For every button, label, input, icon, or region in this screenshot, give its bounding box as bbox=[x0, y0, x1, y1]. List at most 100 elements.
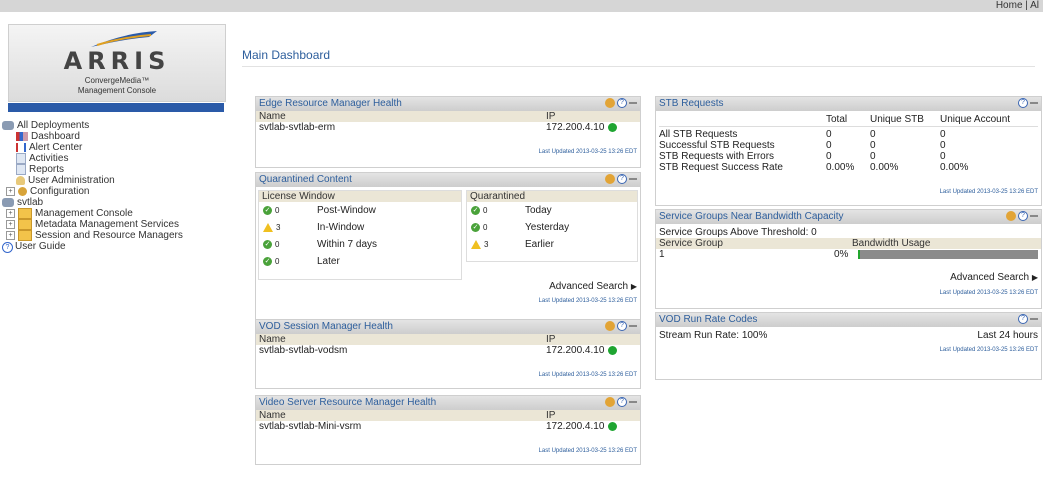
minimize-icon[interactable] bbox=[1030, 318, 1038, 320]
quarantined-row-earlier[interactable]: 3 Earlier bbox=[467, 236, 637, 253]
unique-account-value: 0.00% bbox=[940, 162, 969, 173]
column-header-total: Total bbox=[826, 114, 848, 125]
top-links[interactable]: Home | Al bbox=[996, 0, 1039, 11]
gear-icon[interactable] bbox=[605, 397, 615, 407]
reports-icon bbox=[16, 164, 26, 175]
license-row-later[interactable]: ✓ 0 Later bbox=[259, 253, 461, 270]
total-value: 0 bbox=[826, 140, 832, 151]
gear-icon[interactable] bbox=[1006, 211, 1016, 221]
minimize-icon[interactable] bbox=[1030, 102, 1038, 104]
panel-tools: ? bbox=[1016, 314, 1038, 326]
tree-item-all-deployments[interactable]: All Deployments bbox=[2, 120, 228, 131]
expand-icon[interactable]: + bbox=[6, 186, 15, 196]
quarantined-box: Quarantined ✓ 0 Today ✓ 0 Yesterday 3 Earl… bbox=[466, 190, 638, 262]
table-header: Name IP bbox=[256, 111, 640, 122]
minimize-icon[interactable] bbox=[629, 178, 637, 180]
panel-stb-requests: STB Requests ? Total Unique STB Unique A… bbox=[655, 96, 1042, 206]
row-label: STB Requests with Errors bbox=[659, 151, 775, 162]
panel-vod-session-manager-health: VOD Session Manager Health ? Name IP svt… bbox=[255, 319, 641, 389]
column-header-name: Name bbox=[259, 334, 286, 345]
minimize-icon[interactable] bbox=[629, 102, 637, 104]
panel-title: VOD Run Rate Codes bbox=[659, 314, 758, 325]
help-icon[interactable]: ? bbox=[617, 321, 627, 331]
quarantined-row-today[interactable]: ✓ 0 Today bbox=[467, 202, 637, 219]
nav-header-bar bbox=[8, 103, 224, 112]
tree-item-alert-center[interactable]: Alert Center bbox=[2, 142, 228, 153]
stb-row-errors[interactable]: STB Requests with Errors 0 0 0 bbox=[656, 151, 1041, 162]
tree-item-metadata-management-services[interactable]: + Metadata Management Services bbox=[2, 219, 228, 230]
tree-item-user-guide[interactable]: ? User Guide bbox=[2, 241, 228, 253]
gear-icon[interactable] bbox=[605, 98, 615, 108]
tree-item-dashboard[interactable]: Dashboard bbox=[2, 131, 228, 142]
main-content: Main Dashboard Edge Resource Manager Hea… bbox=[230, 12, 1043, 485]
bandwidth-usage-fill bbox=[858, 250, 860, 259]
panel-video-server-resource-manager-health: Video Server Resource Manager Health ? N… bbox=[255, 395, 641, 465]
tree-item-label: Session and Resource Managers bbox=[35, 230, 183, 242]
panel-vod-run-rate-codes: VOD Run Rate Codes ? Stream Run Rate: 10… bbox=[655, 312, 1042, 380]
arrow-right-icon: ▶ bbox=[1031, 273, 1038, 282]
logo-swoosh-icon bbox=[91, 31, 157, 47]
server-name: svtlab-svtlab-Mini-vsrm bbox=[259, 421, 362, 432]
help-icon[interactable]: ? bbox=[617, 397, 627, 407]
expand-icon[interactable]: + bbox=[6, 220, 15, 229]
table-row[interactable]: 1 0% bbox=[656, 249, 1041, 260]
tree-item-user-administration[interactable]: User Administration bbox=[2, 175, 228, 186]
last-updated: Last Updated 2013-03-25 13:26 EDT bbox=[538, 448, 637, 454]
license-row-post-window[interactable]: ✓ 0 Post-Window bbox=[259, 202, 461, 219]
unique-stb-value: 0 bbox=[870, 151, 876, 162]
service-group-value: 1 bbox=[659, 249, 665, 260]
navigation-tree: All Deployments Dashboard Alert Center A… bbox=[2, 120, 228, 253]
table-row[interactable]: svtlab-svtlab-vodsm 172.200.4.10 bbox=[256, 345, 640, 356]
column-header-ip: IP bbox=[546, 334, 556, 345]
row-label: Later bbox=[317, 256, 340, 267]
panel-service-groups-near-bandwidth-capacity: Service Groups Near Bandwidth Capacity ?… bbox=[655, 209, 1042, 309]
expand-icon[interactable]: + bbox=[6, 209, 15, 218]
count-cell: 3 bbox=[471, 236, 488, 253]
gear-icon[interactable] bbox=[605, 174, 615, 184]
last-updated: Last Updated 2013-03-25 13:26 EDT bbox=[538, 149, 637, 155]
unique-stb-value: 0 bbox=[870, 140, 876, 151]
tree-item-svtlab[interactable]: svtlab bbox=[2, 197, 228, 208]
minimize-icon[interactable] bbox=[1030, 215, 1038, 217]
quarantined-row-yesterday[interactable]: ✓ 0 Yesterday bbox=[467, 219, 637, 236]
help-icon: ? bbox=[2, 242, 13, 253]
minimize-icon[interactable] bbox=[629, 325, 637, 327]
help-icon[interactable]: ? bbox=[617, 98, 627, 108]
stb-row-successful[interactable]: Successful STB Requests 0 0 0 bbox=[656, 140, 1041, 151]
tree-item-label: User Administration bbox=[28, 175, 115, 186]
tree-item-label: svtlab bbox=[17, 197, 44, 208]
help-icon[interactable]: ? bbox=[1018, 314, 1028, 324]
table-row[interactable]: svtlab-svtlab-erm 172.200.4.10 bbox=[256, 122, 640, 133]
server-ip: 172.200.4.10 bbox=[546, 122, 618, 133]
alert-icon bbox=[16, 142, 26, 152]
unique-account-value: 0 bbox=[940, 151, 946, 162]
help-icon[interactable]: ? bbox=[1018, 98, 1028, 108]
logo-subtitle: ConvergeMedia™ Management Console bbox=[9, 76, 225, 96]
minimize-icon[interactable] bbox=[629, 401, 637, 403]
expand-icon[interactable]: + bbox=[6, 231, 15, 240]
license-row-within-7-days[interactable]: ✓ 0 Within 7 days bbox=[259, 236, 461, 253]
help-icon[interactable]: ? bbox=[1018, 211, 1028, 221]
server-name: svtlab-svtlab-erm bbox=[259, 122, 336, 133]
column-header-name: Name bbox=[259, 410, 286, 421]
ok-check-icon: ✓ bbox=[471, 205, 480, 215]
tree-item-session-resource-managers[interactable]: + Session and Resource Managers bbox=[2, 230, 228, 241]
tree-item-configuration[interactable]: + Configuration bbox=[2, 186, 228, 197]
advanced-search-label: Advanced Search bbox=[950, 272, 1030, 283]
ok-check-icon: ✓ bbox=[263, 239, 272, 249]
panel-tools: ? bbox=[1004, 211, 1038, 223]
table-row[interactable]: svtlab-svtlab-Mini-vsrm 172.200.4.10 bbox=[256, 421, 640, 432]
gear-icon[interactable] bbox=[605, 321, 615, 331]
tree-item-label: Alert Center bbox=[29, 142, 83, 153]
stb-row-all[interactable]: All STB Requests 0 0 0 bbox=[656, 129, 1041, 140]
advanced-search-link[interactable]: Advanced Search ▶ bbox=[950, 272, 1038, 283]
count-cell: ✓ 0 bbox=[263, 253, 279, 270]
row-label: Within 7 days bbox=[317, 239, 378, 250]
tree-item-activities[interactable]: Activities bbox=[2, 153, 228, 164]
stb-row-success-rate[interactable]: STB Request Success Rate 0.00% 0.00% 0.0… bbox=[656, 162, 1041, 173]
tree-item-reports[interactable]: Reports bbox=[2, 164, 228, 175]
license-row-in-window[interactable]: 3 In-Window bbox=[259, 219, 461, 236]
help-icon[interactable]: ? bbox=[617, 174, 627, 184]
advanced-search-link[interactable]: Advanced Search ▶ bbox=[549, 281, 637, 292]
tree-item-management-console[interactable]: + Management Console bbox=[2, 208, 228, 219]
